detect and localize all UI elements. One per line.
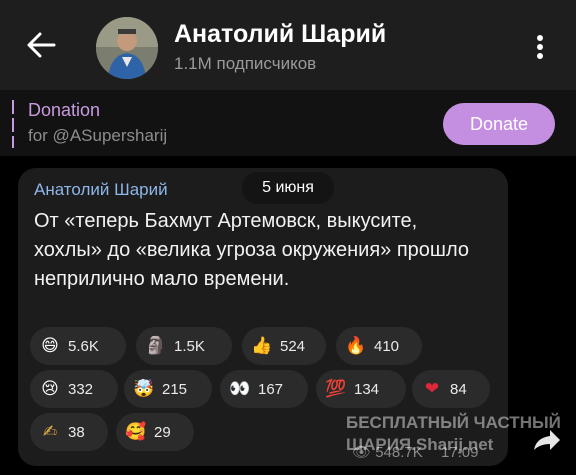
reaction-count: 332 — [68, 380, 94, 398]
reaction-thumbs-up[interactable]: 👍 524 — [242, 327, 326, 365]
channel-avatar[interactable] — [96, 17, 158, 79]
reaction-count: 1.5K — [174, 337, 205, 355]
grinning-face-icon: 😄 — [41, 336, 59, 355]
message-author[interactable]: Анатолий Шарий — [34, 180, 168, 200]
reaction-count: 84 — [450, 380, 467, 398]
reaction-count: 215 — [162, 380, 188, 398]
hundred-points-icon: 💯 — [325, 379, 347, 398]
reaction-grinning-face[interactable]: 😄 5.6K — [30, 327, 126, 365]
channel-title[interactable]: Анатолий Шарий — [174, 20, 386, 49]
message-text: От «теперь Бахмут Артемовск, выкусите, х… — [34, 210, 469, 290]
reaction-crying-face[interactable]: 😢 332 — [30, 370, 118, 408]
donate-button[interactable]: Donate — [443, 103, 555, 145]
reaction-count: 134 — [354, 380, 380, 398]
subscriber-count: 1.1M подписчиков — [174, 54, 317, 73]
pinned-title: Donation — [28, 100, 101, 120]
smiling-hearts-icon: 🥰 — [125, 422, 147, 441]
fire-icon: 🔥 — [345, 336, 367, 355]
reaction-smiling-hearts[interactable]: 🥰 29 — [116, 413, 194, 451]
reaction-fire[interactable]: 🔥 410 — [336, 327, 422, 365]
reaction-count: 5.6K — [68, 337, 99, 355]
back-arrow-icon[interactable] — [24, 28, 58, 62]
reaction-exploding-head[interactable]: 🤯 215 — [124, 370, 212, 408]
reaction-moai[interactable]: 🗿 1.5K — [136, 327, 232, 365]
moai-icon: 🗿 — [145, 336, 167, 355]
reaction-count: 29 — [154, 423, 171, 441]
reaction-count: 410 — [374, 337, 400, 355]
crying-face-icon: 😢 — [41, 379, 59, 398]
date-badge: 5 июня — [242, 172, 334, 204]
pinned-indicator — [12, 100, 14, 148]
share-icon[interactable] — [526, 420, 566, 460]
more-options-icon[interactable] — [528, 30, 552, 64]
pinned-subtitle: for @ASupersharij — [28, 126, 168, 145]
reaction-hundred-points[interactable]: 💯 134 — [316, 370, 406, 408]
reaction-count: 167 — [258, 380, 284, 398]
thumbs-up-icon: 👍 — [251, 336, 273, 355]
avatar-image — [96, 17, 158, 79]
exploding-head-icon: 🤯 — [133, 379, 155, 398]
writing-hand-icon: ✍ — [42, 422, 58, 441]
red-heart-icon: ❤ — [424, 379, 440, 398]
reaction-count: 38 — [68, 423, 85, 441]
eyes-icon: 👀 — [229, 379, 251, 398]
reaction-count: 524 — [280, 337, 306, 355]
reaction-eyes[interactable]: 👀 167 — [220, 370, 308, 408]
reaction-writing-hand[interactable]: ✍ 38 — [30, 413, 108, 451]
reaction-red-heart[interactable]: ❤ 84 — [412, 370, 490, 408]
